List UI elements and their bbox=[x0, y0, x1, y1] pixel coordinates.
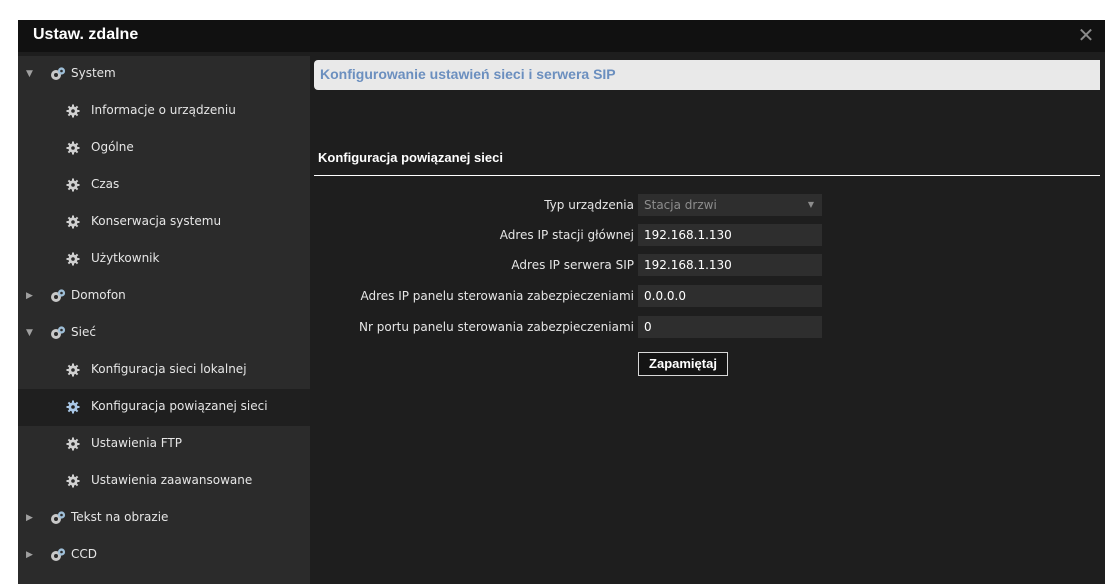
gears-icon bbox=[50, 66, 66, 82]
gear-icon bbox=[66, 363, 80, 377]
gear-icon bbox=[66, 474, 80, 488]
collapse-arrow-icon[interactable]: ▶ bbox=[26, 291, 36, 301]
sip-server-ip-row: Adres IP serwera SIP 192.168.1.130 bbox=[314, 254, 914, 278]
security-panel-ip-input[interactable]: 0.0.0.0 bbox=[638, 285, 822, 307]
sidebar-item-label: Tekst na obrazie bbox=[71, 510, 169, 524]
sidebar-item-local-network[interactable]: Konfiguracja sieci lokalnej bbox=[18, 352, 310, 389]
sidebar-item-general[interactable]: Ogólne bbox=[18, 130, 310, 167]
sidebar-item-linked-network[interactable]: Konfiguracja powiązanej sieci bbox=[18, 389, 310, 426]
page-heading-bar: Konfigurowanie ustawień sieci i serwera … bbox=[314, 60, 1100, 90]
sip-server-ip-input[interactable]: 192.168.1.130 bbox=[638, 254, 822, 276]
device-type-select[interactable]: Stacja drzwi ▼ bbox=[638, 194, 822, 216]
main-station-ip-input[interactable]: 192.168.1.130 bbox=[638, 224, 822, 246]
security-panel-port-input[interactable]: 0 bbox=[638, 316, 822, 338]
sidebar-item-user[interactable]: Użytkownik bbox=[18, 241, 310, 278]
sidebar-item-osd-text[interactable]: ▶ Tekst na obrazie bbox=[18, 500, 310, 537]
title-bar: Ustaw. zdalne ✕ bbox=[18, 20, 1105, 52]
sidebar-item-label: Sieć bbox=[71, 325, 96, 339]
sidebar-item-time[interactable]: Czas bbox=[18, 167, 310, 204]
sidebar-item-network[interactable]: ▼ Sieć bbox=[18, 315, 310, 352]
save-button[interactable]: Zapamiętaj bbox=[638, 352, 728, 376]
sidebar-item-intercom[interactable]: ▶ Domofon bbox=[18, 278, 310, 315]
sidebar-item-label: CCD bbox=[71, 547, 97, 561]
sidebar-item-label: Konfiguracja powiązanej sieci bbox=[91, 399, 268, 413]
sidebar-item-label: Ustawienia FTP bbox=[91, 436, 182, 450]
section-title: Konfiguracja powiązanej sieci bbox=[318, 150, 503, 165]
section-divider bbox=[314, 175, 1100, 176]
sidebar-item-label: Konserwacja systemu bbox=[91, 214, 222, 228]
security-panel-port-row: Nr portu panelu sterowania zabezpieczeni… bbox=[314, 316, 914, 340]
sip-server-ip-label: Adres IP serwera SIP bbox=[511, 258, 634, 272]
security-panel-ip-row: Adres IP panelu sterowania zabezpieczeni… bbox=[314, 285, 914, 309]
expand-arrow-icon[interactable]: ▼ bbox=[26, 69, 36, 79]
gear-icon bbox=[66, 400, 80, 414]
sidebar-item-label: Czas bbox=[91, 177, 120, 191]
dropdown-arrow-icon[interactable]: ▼ bbox=[808, 194, 814, 216]
security-panel-ip-label: Adres IP panelu sterowania zabezpieczeni… bbox=[360, 289, 634, 303]
gear-icon bbox=[66, 215, 80, 229]
settings-window: Ustaw. zdalne ✕ ▼ System Informacje o ur… bbox=[18, 20, 1105, 584]
page-title: Konfigurowanie ustawień sieci i serwera … bbox=[320, 66, 616, 82]
content-panel: Konfigurowanie ustawień sieci i serwera … bbox=[314, 60, 1105, 584]
sidebar-item-label: Domofon bbox=[71, 288, 126, 302]
sidebar-item-label: Ustawienia zaawansowane bbox=[91, 473, 253, 487]
gear-icon bbox=[66, 104, 80, 118]
sidebar-item-label: Konfiguracja sieci lokalnej bbox=[91, 362, 247, 376]
gears-icon bbox=[50, 547, 66, 563]
close-icon[interactable]: ✕ bbox=[1075, 24, 1097, 46]
device-type-row: Typ urządzenia Stacja drzwi ▼ bbox=[314, 194, 914, 218]
gear-icon bbox=[66, 252, 80, 266]
sidebar-item-maintenance[interactable]: Konserwacja systemu bbox=[18, 204, 310, 241]
sidebar: ▼ System Informacje o urządzeniu Ogólne … bbox=[18, 56, 310, 584]
window-title: Ustaw. zdalne bbox=[33, 26, 139, 43]
gear-icon bbox=[66, 437, 80, 451]
sidebar-item-label: System bbox=[71, 66, 116, 80]
security-panel-port-label: Nr portu panelu sterowania zabezpieczeni… bbox=[359, 320, 634, 334]
gears-icon bbox=[50, 325, 66, 341]
sidebar-item-ftp[interactable]: Ustawienia FTP bbox=[18, 426, 310, 463]
main-station-ip-row: Adres IP stacji głównej 192.168.1.130 bbox=[314, 224, 914, 248]
sidebar-item-device-info[interactable]: Informacje o urządzeniu bbox=[18, 93, 310, 130]
gear-icon bbox=[66, 178, 80, 192]
sidebar-item-label: Informacje o urządzeniu bbox=[91, 103, 236, 117]
collapse-arrow-icon[interactable]: ▶ bbox=[26, 513, 36, 523]
sidebar-item-label: Ogólne bbox=[91, 140, 134, 154]
gear-icon bbox=[66, 141, 80, 155]
collapse-arrow-icon[interactable]: ▶ bbox=[26, 550, 36, 560]
sidebar-item-system[interactable]: ▼ System bbox=[18, 56, 310, 93]
main-station-ip-label: Adres IP stacji głównej bbox=[499, 228, 634, 242]
device-type-value: Stacja drzwi bbox=[644, 198, 717, 212]
sidebar-item-label: Użytkownik bbox=[91, 251, 160, 265]
sidebar-item-ccd[interactable]: ▶ CCD bbox=[18, 537, 310, 574]
device-type-label: Typ urządzenia bbox=[544, 198, 634, 212]
expand-arrow-icon[interactable]: ▼ bbox=[26, 328, 36, 338]
sidebar-item-advanced[interactable]: Ustawienia zaawansowane bbox=[18, 463, 310, 500]
gears-icon bbox=[50, 288, 66, 304]
gears-icon bbox=[50, 510, 66, 526]
